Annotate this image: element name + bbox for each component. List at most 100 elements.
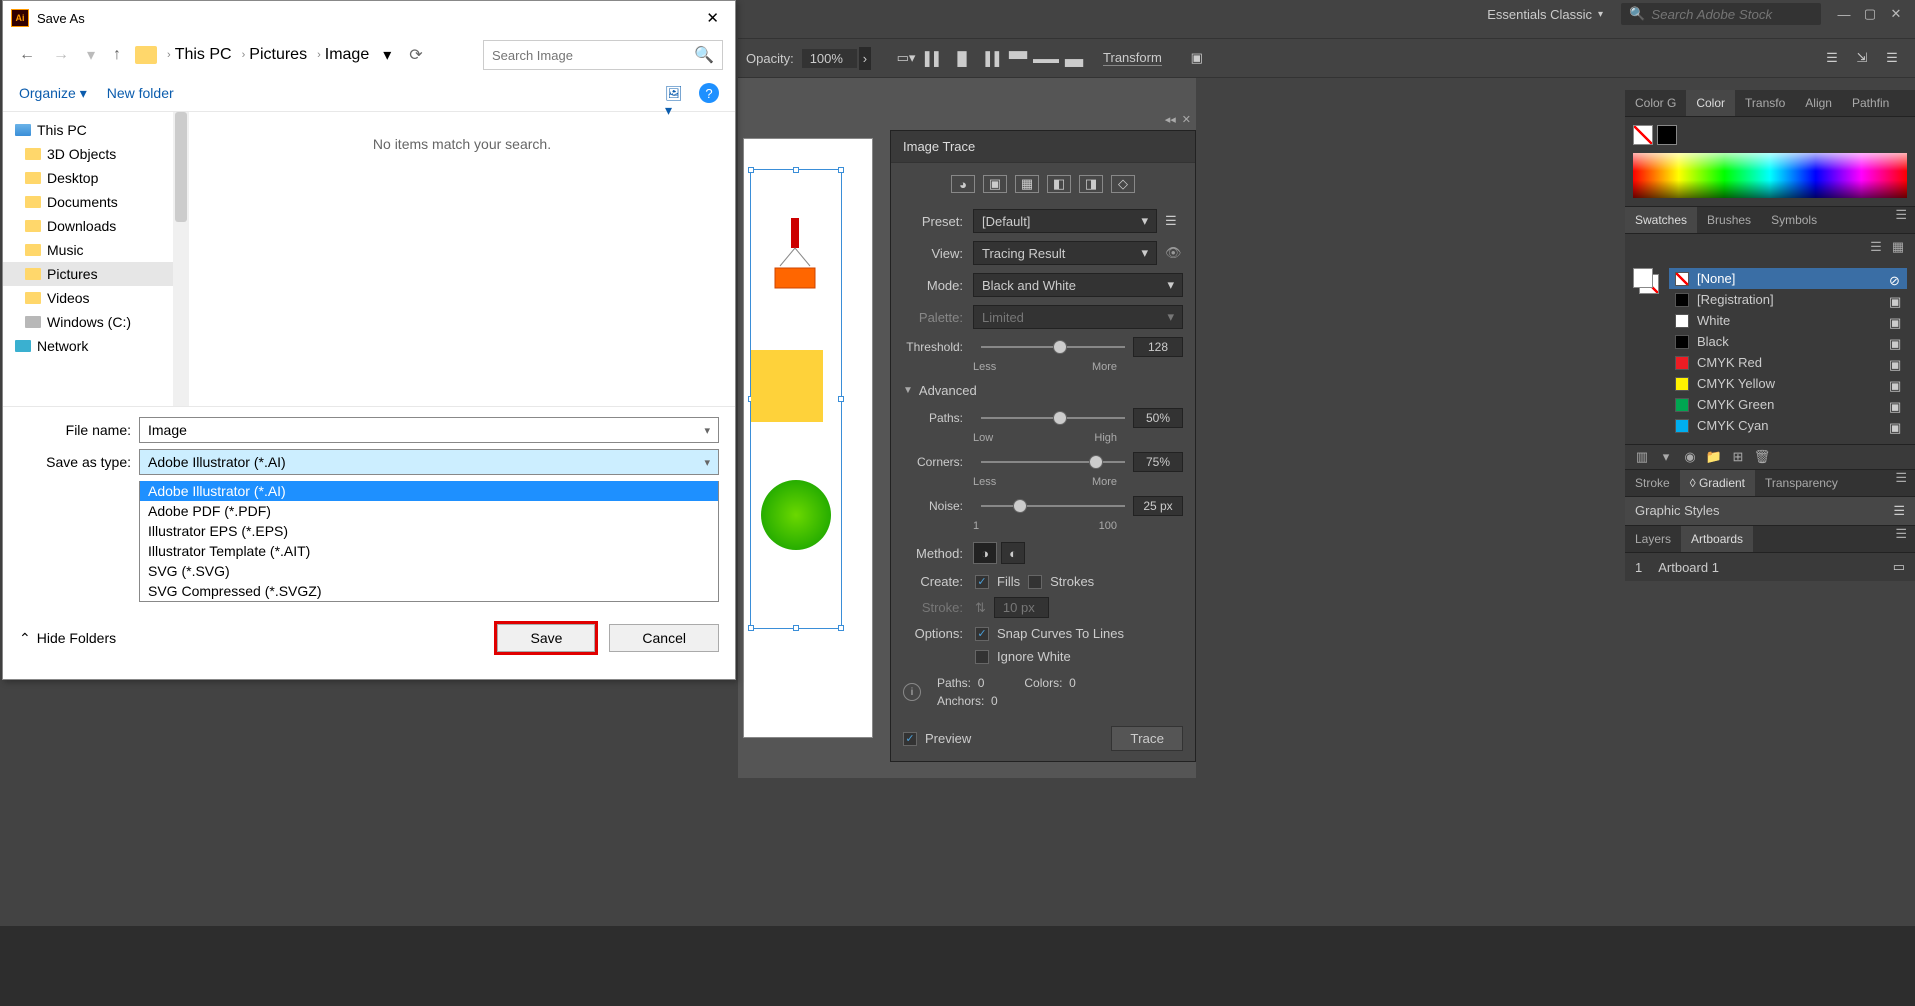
tree-item-windows-c-[interactable]: Windows (C:) (3, 310, 173, 334)
align-top-icon[interactable]: ▀▀ (1007, 47, 1029, 69)
filename-input[interactable]: Image▾ (139, 417, 719, 443)
preset-bw-icon[interactable]: ◨ (1079, 175, 1103, 193)
swatch-list-icon[interactable]: ☰ (1867, 238, 1885, 256)
save-button[interactable]: Save (497, 624, 595, 652)
swatch-item[interactable]: CMYK Yellow▣ (1669, 373, 1907, 394)
crumb-thispc[interactable]: This PC (175, 46, 232, 64)
artboard-name[interactable]: Artboard 1 (1658, 560, 1719, 575)
minimize-button[interactable]: — (1837, 7, 1851, 21)
crumb-image[interactable]: Image (325, 46, 369, 64)
new-group-icon[interactable]: 📁 (1705, 449, 1723, 465)
preset-gray-icon[interactable]: ◧ (1047, 175, 1071, 193)
tab-align[interactable]: Align (1795, 90, 1842, 116)
preset-highcolor-icon[interactable]: ▣ (983, 175, 1007, 193)
swatch-item[interactable]: [None]⊘ (1669, 268, 1907, 289)
expand-icon[interactable]: ⇲ (1851, 47, 1873, 69)
type-option[interactable]: Illustrator EPS (*.EPS) (140, 521, 718, 541)
panel-menu-icon[interactable]: ☰ (1895, 470, 1915, 496)
paths-slider[interactable] (981, 417, 1125, 419)
tab-gradient[interactable]: ◊ Gradient (1680, 470, 1755, 496)
opacity-value[interactable]: 100% (802, 49, 857, 68)
type-option[interactable]: Adobe PDF (*.PDF) (140, 501, 718, 521)
eye-icon[interactable]: 👁 (1165, 245, 1183, 261)
swatch-item[interactable]: Black▣ (1669, 331, 1907, 352)
transform-link[interactable]: Transform (1103, 50, 1162, 66)
up-button[interactable]: ↑ (109, 44, 125, 66)
isolate-icon[interactable]: ▣ (1186, 47, 1208, 69)
type-option[interactable]: SVG (*.SVG) (140, 561, 718, 581)
fills-checkbox[interactable] (975, 575, 989, 589)
type-option[interactable]: SVG Compressed (*.SVGZ) (140, 581, 718, 601)
close-panel-icon[interactable]: ✕ (1182, 113, 1191, 126)
align-left-icon[interactable]: ▌▌ (923, 47, 945, 69)
close-dialog-button[interactable]: ✕ (698, 5, 727, 31)
folder-tree[interactable]: This PC3D ObjectsDesktopDocumentsDownloa… (3, 112, 173, 406)
help-icon[interactable]: ? (699, 83, 719, 103)
tab-stroke[interactable]: Stroke (1625, 470, 1680, 496)
new-folder-button[interactable]: New folder (107, 85, 174, 101)
mode-select[interactable]: Black and White▾ (973, 273, 1183, 297)
view-select[interactable]: Tracing Result▾ (973, 241, 1157, 265)
tab-swatches[interactable]: Swatches (1625, 207, 1697, 233)
doc-setup-icon[interactable]: ▭▾ (895, 47, 917, 69)
tree-item-this-pc[interactable]: This PC (3, 118, 173, 142)
method-abutting[interactable]: ◑ (973, 542, 997, 564)
strokes-checkbox[interactable] (1028, 575, 1042, 589)
savetype-dropdown[interactable]: Adobe Illustrator (*.AI)Adobe PDF (*.PDF… (139, 481, 719, 602)
graphic-styles-tab[interactable]: Graphic Styles (1635, 503, 1720, 519)
snap-checkbox[interactable] (975, 627, 989, 641)
close-app-button[interactable]: ✕ (1889, 7, 1903, 21)
advanced-toggle[interactable]: ▼Advanced (891, 377, 1195, 404)
search-input[interactable] (492, 48, 694, 63)
path-dropdown[interactable]: ▾ (379, 43, 395, 67)
color-spectrum[interactable] (1633, 153, 1907, 198)
recent-dropdown[interactable]: ▾ (83, 43, 99, 67)
tab-layers[interactable]: Layers (1625, 526, 1681, 552)
preset-select[interactable]: [Default]▾ (973, 209, 1157, 233)
tree-item-music[interactable]: Music (3, 238, 173, 262)
tree-scrollbar[interactable] (173, 112, 189, 406)
corners-slider[interactable] (981, 461, 1125, 463)
back-button[interactable]: ← (15, 44, 39, 66)
artboard-options-icon[interactable]: ▭ (1893, 559, 1905, 575)
fill-swatch-icon[interactable] (1633, 125, 1653, 145)
threshold-value[interactable]: 128 (1133, 337, 1183, 357)
tree-item-network[interactable]: Network (3, 334, 173, 358)
panel-menu-icon[interactable]: ☰ (1895, 526, 1915, 552)
crumb-pictures[interactable]: Pictures (249, 46, 307, 64)
type-option[interactable]: Illustrator Template (*.AIT) (140, 541, 718, 561)
tab-pathfinder[interactable]: Pathfin (1842, 90, 1899, 116)
swatch-options-icon[interactable]: ◉ (1681, 449, 1699, 465)
preset-lowcolor-icon[interactable]: ▦ (1015, 175, 1039, 193)
arrange-icon[interactable]: ☰ (1821, 47, 1843, 69)
swatch-item[interactable]: White▣ (1669, 310, 1907, 331)
tab-brushes[interactable]: Brushes (1697, 207, 1761, 233)
stroke-swatch-icon[interactable] (1657, 125, 1677, 145)
tab-artboards[interactable]: Artboards (1681, 526, 1753, 552)
opacity-stepper[interactable]: › (859, 47, 871, 70)
savetype-select[interactable]: Adobe Illustrator (*.AI)▾ (139, 449, 719, 475)
swatch-item[interactable]: CMYK Cyan▣ (1669, 415, 1907, 436)
handle-tm[interactable] (793, 167, 799, 173)
panel-menu-icon[interactable]: ☰ (1881, 47, 1903, 69)
tab-color[interactable]: Color (1686, 90, 1735, 116)
swatch-item[interactable]: CMYK Green▣ (1669, 394, 1907, 415)
trace-button[interactable]: Trace (1111, 726, 1183, 751)
collapse-icon[interactable]: ◂◂ (1165, 113, 1176, 126)
preset-auto-icon[interactable]: ◕ (951, 175, 975, 193)
swatch-kind-icon[interactable]: ▾ (1657, 449, 1675, 465)
handle-bl[interactable] (748, 625, 754, 631)
tree-item-pictures[interactable]: Pictures (3, 262, 173, 286)
maximize-button[interactable]: ▢ (1863, 7, 1877, 21)
noise-slider[interactable] (981, 505, 1125, 507)
method-overlap[interactable]: ◐ (1001, 542, 1025, 564)
swatch-item[interactable]: [Registration]▣ (1669, 289, 1907, 310)
tree-item-videos[interactable]: Videos (3, 286, 173, 310)
tab-transform[interactable]: Transfo (1735, 90, 1795, 116)
tab-symbols[interactable]: Symbols (1761, 207, 1827, 233)
ignore-white-checkbox[interactable] (975, 650, 989, 664)
view-mode-icon[interactable]: 🖼 ▾ (665, 85, 687, 101)
panel-menu-icon[interactable]: ☰ (1895, 207, 1915, 233)
panel-menu-icon[interactable]: ☰ (1893, 503, 1905, 519)
handle-br[interactable] (838, 625, 844, 631)
